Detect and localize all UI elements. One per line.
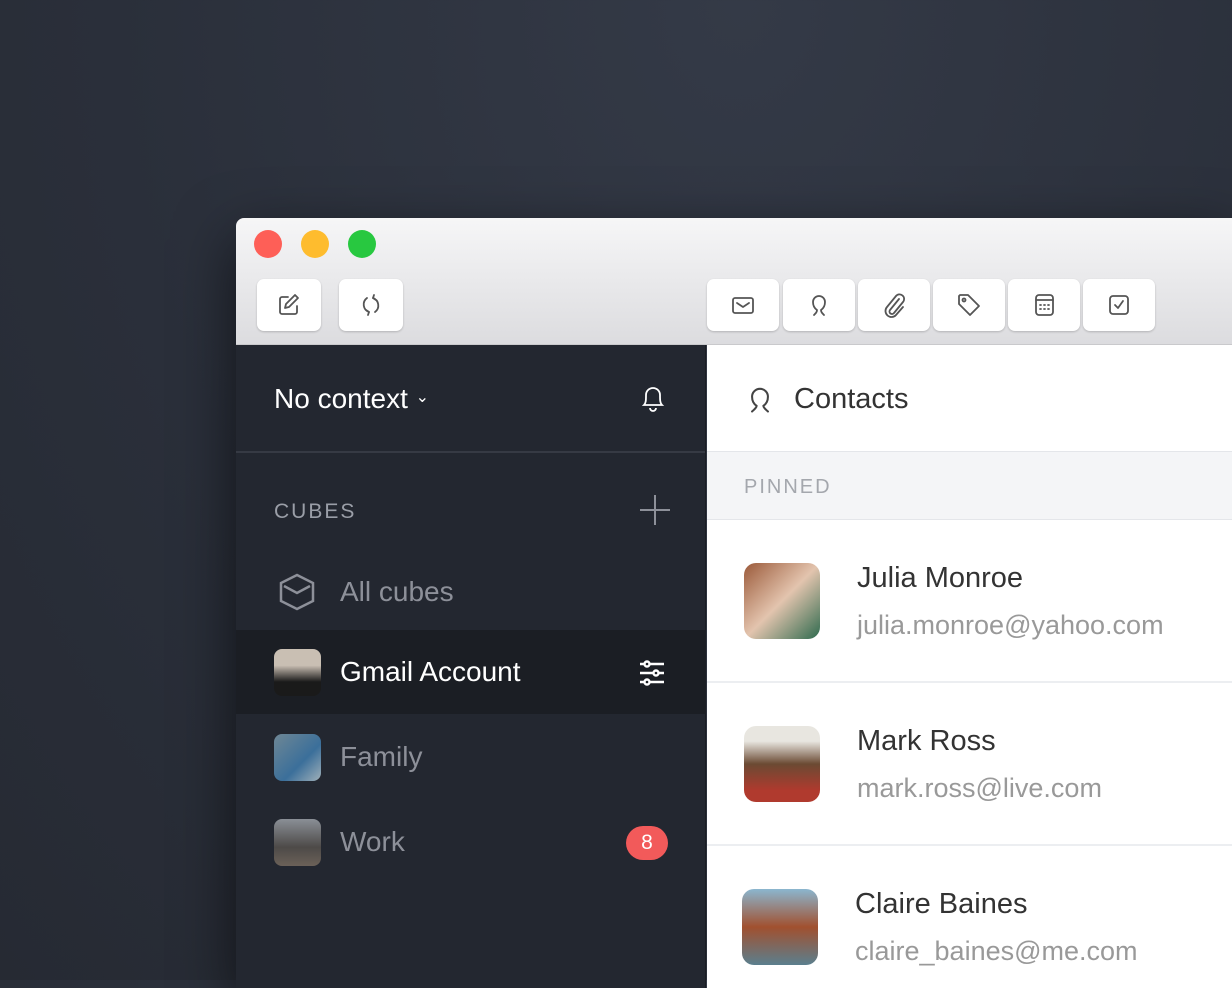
avatar	[274, 733, 321, 781]
contact-row[interactable]: Julia Monroe julia.monroe@yahoo.com	[707, 520, 1232, 683]
bell-icon[interactable]	[636, 381, 670, 415]
context-selector[interactable]: No context ⌄	[274, 383, 429, 415]
contact-row[interactable]: Mark Ross mark.ross@live.com	[707, 683, 1232, 846]
attachments-tab[interactable]	[858, 279, 930, 331]
avatar	[274, 818, 321, 866]
avatar	[744, 726, 820, 802]
sidebar-item-gmail-account[interactable]: Gmail Account	[236, 630, 706, 714]
minimize-button[interactable]	[301, 230, 329, 258]
unread-badge: 8	[626, 826, 668, 860]
sidebar-item-all-cubes[interactable]: All cubes	[236, 550, 706, 634]
divider	[236, 451, 705, 453]
cubes-heading: CUBES	[274, 500, 357, 523]
app-window: No context ⌄ CUBES All cubes Gmail Accou…	[236, 218, 1232, 988]
tasks-tab[interactable]	[1083, 279, 1155, 331]
compose-button[interactable]	[257, 279, 321, 331]
avatar	[274, 648, 321, 696]
refresh-button[interactable]	[339, 279, 403, 331]
contact-row[interactable]: Claire Baines claire_baines@me.com	[707, 846, 1232, 988]
mail-icon	[732, 297, 754, 314]
page-title: Contacts	[794, 383, 909, 415]
tags-tab[interactable]	[933, 279, 1005, 331]
calendar-icon	[1035, 294, 1054, 316]
compose-icon	[279, 294, 299, 315]
sidebar-item-family[interactable]: Family	[236, 715, 706, 799]
sidebar-item-work[interactable]: Work 8	[236, 800, 706, 884]
cube-icon	[279, 573, 315, 611]
sidebar-item-label: All cubes	[340, 576, 454, 607]
tasks-icon	[1109, 295, 1129, 315]
settings-sliders-icon[interactable]	[638, 659, 666, 687]
refresh-icon	[362, 294, 380, 316]
calendar-tab[interactable]	[1008, 279, 1080, 331]
sidebar-item-label: Family	[340, 741, 423, 772]
title-bar	[236, 218, 1232, 345]
zoom-button[interactable]	[348, 230, 376, 258]
mail-tab[interactable]	[707, 279, 779, 331]
pinned-section-header: PINNED	[707, 452, 1232, 520]
contacts-panel: Contacts PINNED Julia Monroe julia.monro…	[707, 345, 1232, 988]
tag-icon	[958, 294, 980, 316]
contact-name: Mark Ross	[857, 725, 996, 757]
sidebar-item-label: Work	[340, 826, 405, 857]
chevron-down-icon: ⌄	[415, 389, 430, 406]
sidebar-item-label: Gmail Account	[340, 656, 521, 687]
contact-email: mark.ross@live.com	[857, 773, 1102, 803]
attachment-icon	[884, 293, 905, 318]
sidebar: No context ⌄ CUBES All cubes Gmail Accou…	[236, 345, 706, 988]
section-label: PINNED	[744, 476, 832, 498]
contacts-icon	[812, 295, 826, 316]
context-label: No context	[274, 383, 408, 414]
contact-name: Julia Monroe	[857, 562, 1024, 594]
close-button[interactable]	[254, 230, 282, 258]
contact-name: Claire Baines	[855, 888, 1028, 920]
panel-header: Contacts	[707, 345, 1232, 452]
avatar	[744, 563, 820, 639]
contacts-tab[interactable]	[783, 279, 855, 331]
add-cube-button[interactable]	[638, 493, 672, 527]
contacts-icon	[751, 387, 769, 413]
contact-email: julia.monroe@yahoo.com	[857, 610, 1164, 640]
contact-email: claire_baines@me.com	[855, 936, 1138, 966]
avatar	[742, 889, 818, 965]
